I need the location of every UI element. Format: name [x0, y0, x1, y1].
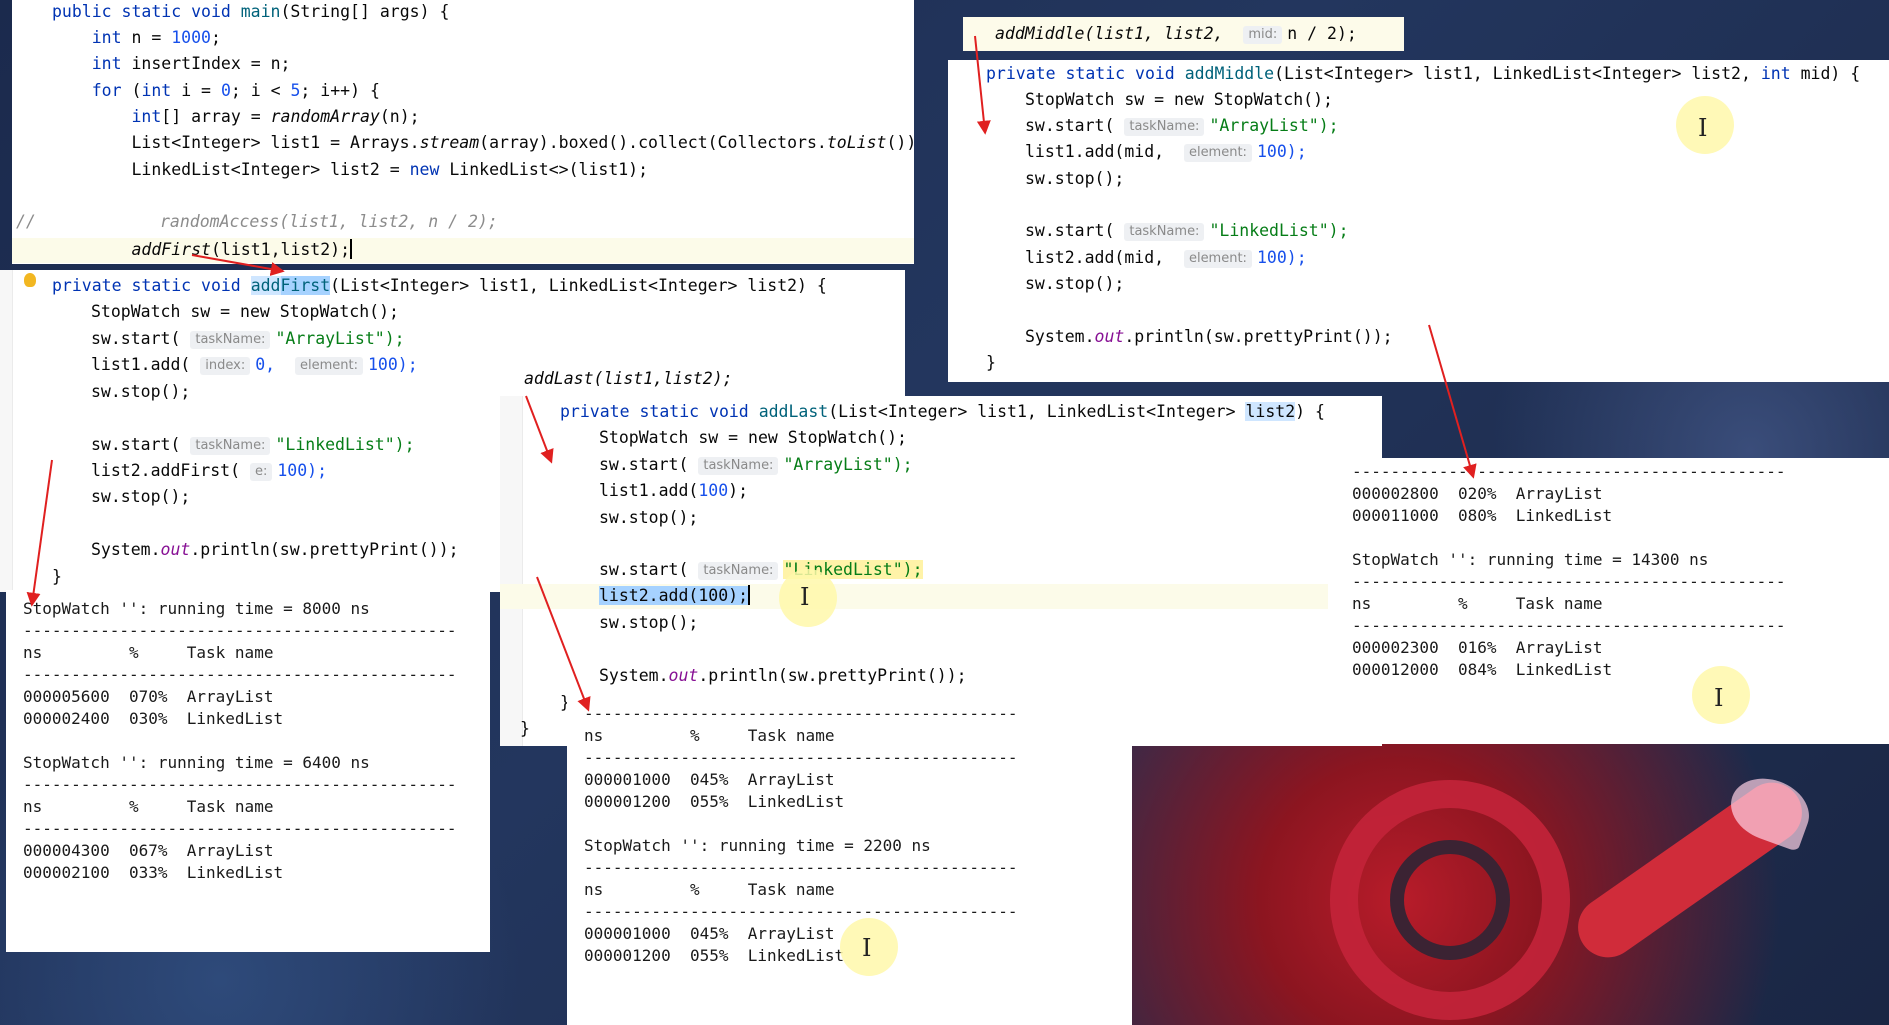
arrow-addlast-to-output	[536, 576, 591, 712]
arrow-addlast-to-method	[525, 395, 554, 464]
arrow-addmiddle-to-method	[974, 35, 991, 135]
arrow-addfirst-to-method	[191, 254, 285, 276]
arrow-addmiddle-to-output	[1428, 324, 1477, 479]
arrow-addfirst-to-output	[26, 459, 53, 607]
annotation-arrows	[26, 35, 1477, 712]
